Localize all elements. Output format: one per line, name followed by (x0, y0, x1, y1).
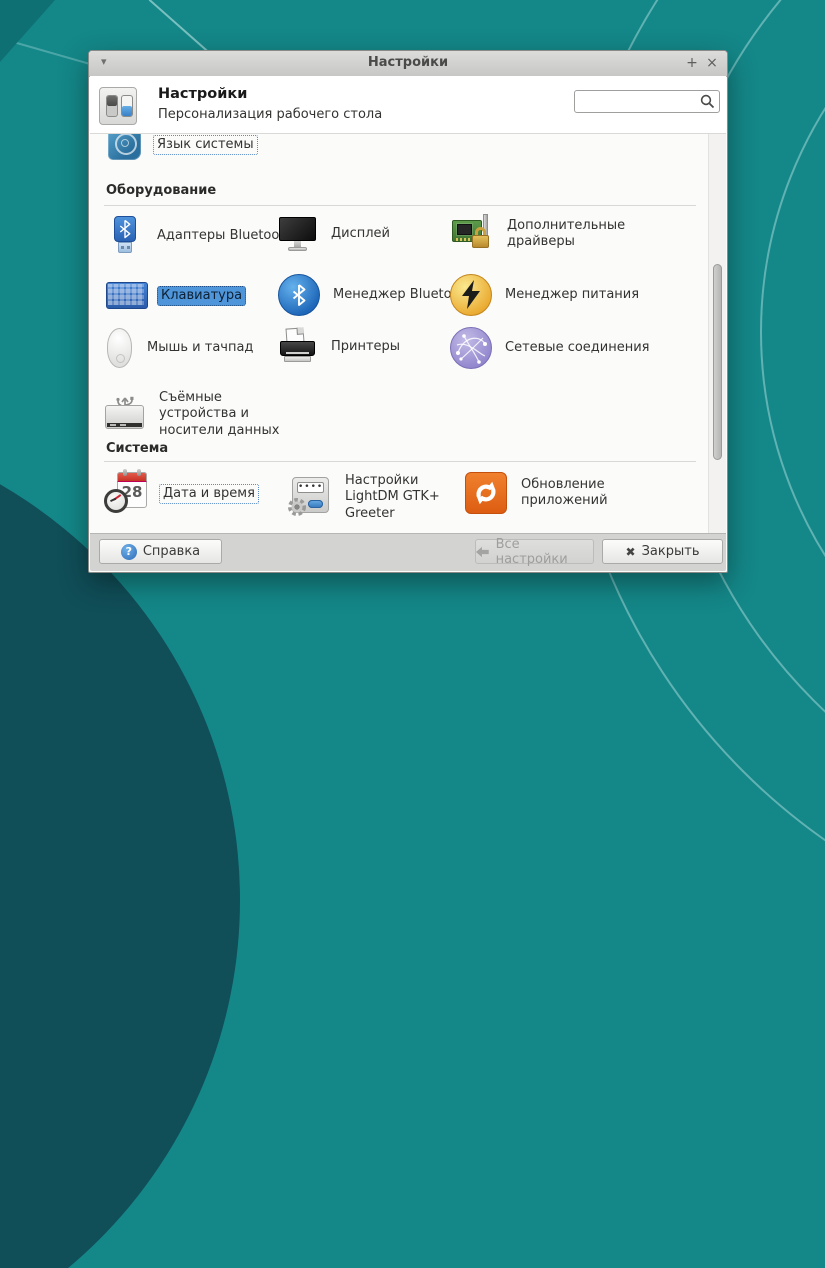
page-subtitle: Персонализация рабочего стола (158, 107, 383, 122)
display-icon (278, 214, 318, 254)
titlebar[interactable]: ▾ Настройки + × (89, 51, 727, 77)
item-mouse-touchpad[interactable]: Мышь и тачпад (106, 327, 257, 369)
language-flag-icon (106, 134, 144, 164)
datetime-icon: 28 (104, 469, 150, 517)
removable-drive-icon (104, 394, 146, 434)
lightdm-greeter-icon: •••• (286, 476, 332, 518)
vertical-scrollbar[interactable] (708, 134, 726, 536)
help-button[interactable]: ? Справка (99, 539, 222, 564)
item-date-time[interactable]: 28 Дата и время (104, 469, 259, 517)
maximize-button[interactable]: + (683, 54, 701, 72)
close-x-icon: ✖ (625, 544, 636, 559)
settings-grid: Язык системы Оборудование Адаптеры Bluet… (90, 134, 710, 536)
separator (104, 461, 696, 462)
item-label: Обновление приложений (521, 476, 608, 508)
item-additional-drivers[interactable]: Дополнительные драйверы (450, 212, 626, 256)
close-button[interactable]: × (703, 54, 721, 72)
search-icon (700, 94, 715, 109)
item-keyboard[interactable]: Клавиатура (106, 282, 247, 310)
item-label: Принтеры (331, 338, 401, 354)
item-label: Настройки LightDM GTK+ Greeter (345, 473, 440, 521)
item-label: Дисплей (331, 225, 391, 241)
item-bluetooth-adapters[interactable]: Адаптеры Bluetooth (106, 214, 297, 258)
all-settings-button[interactable]: Все настройки (475, 536, 594, 567)
item-label: Адаптеры Bluetooth (157, 227, 293, 243)
help-icon: ? (120, 543, 137, 560)
back-arrow-icon (476, 546, 489, 557)
separator (104, 205, 696, 206)
search-input[interactable] (579, 92, 699, 113)
printer-icon (278, 327, 318, 367)
item-display[interactable]: Дисплей (278, 214, 394, 254)
item-label: Менеджер питания (505, 286, 640, 302)
item-label-selected: Клавиатура (157, 285, 247, 307)
keyboard-icon (106, 282, 148, 310)
item-lightdm-greeter[interactable]: •••• Настройки LightDM GTK+ Greeter (286, 471, 477, 524)
power-manager-icon (450, 274, 492, 316)
item-label: Язык системы (153, 134, 258, 156)
section-hardware: Оборудование (106, 183, 217, 198)
all-settings-label: Все настройки (495, 536, 568, 567)
item-power-manager[interactable]: Менеджер питания (450, 274, 643, 316)
background-arc (760, 0, 825, 754)
settings-window: ▾ Настройки + × Настройки Персонализация… (88, 50, 728, 573)
software-update-icon (464, 471, 508, 515)
page-title: Настройки (158, 86, 248, 102)
scrollbar-thumb[interactable] (713, 264, 722, 460)
item-bluetooth-manager[interactable]: Менеджер Bluetooth (278, 274, 477, 316)
item-printers[interactable]: Принтеры (278, 327, 404, 367)
search-box[interactable] (574, 90, 720, 113)
window-title: Настройки (367, 55, 449, 70)
window-header: Настройки Персонализация рабочего стола (90, 76, 726, 134)
item-label: Сетевые соединения (505, 339, 650, 355)
bluetooth-adapter-icon (106, 214, 144, 258)
close-window-button[interactable]: ✖ Закрыть (602, 539, 723, 564)
gear-icon (288, 498, 306, 517)
close-button-label: Закрыть (641, 544, 700, 559)
network-icon (450, 327, 492, 369)
item-software-update[interactable]: Обновление приложений (464, 471, 620, 515)
mouse-icon (106, 327, 134, 369)
help-button-label: Справка (142, 544, 201, 559)
button-bar: ? Справка Все настройки ✖ Закрыть (90, 533, 726, 571)
item-label: Дата и время (159, 483, 259, 505)
section-system: Система (106, 441, 169, 456)
settings-manager-icon (99, 87, 137, 125)
item-network-connections[interactable]: Сетевые соединения (450, 327, 654, 369)
item-label: Мышь и тачпад (147, 339, 254, 355)
additional-drivers-icon (450, 212, 494, 256)
item-removable-drives[interactable]: Съёмные устройства и носители данных (104, 388, 299, 441)
item-language[interactable]: Язык системы (106, 134, 258, 164)
item-label: Съёмные устройства и носители данных (159, 390, 280, 438)
item-label: Дополнительные драйверы (507, 217, 626, 249)
bluetooth-manager-icon (278, 274, 320, 316)
